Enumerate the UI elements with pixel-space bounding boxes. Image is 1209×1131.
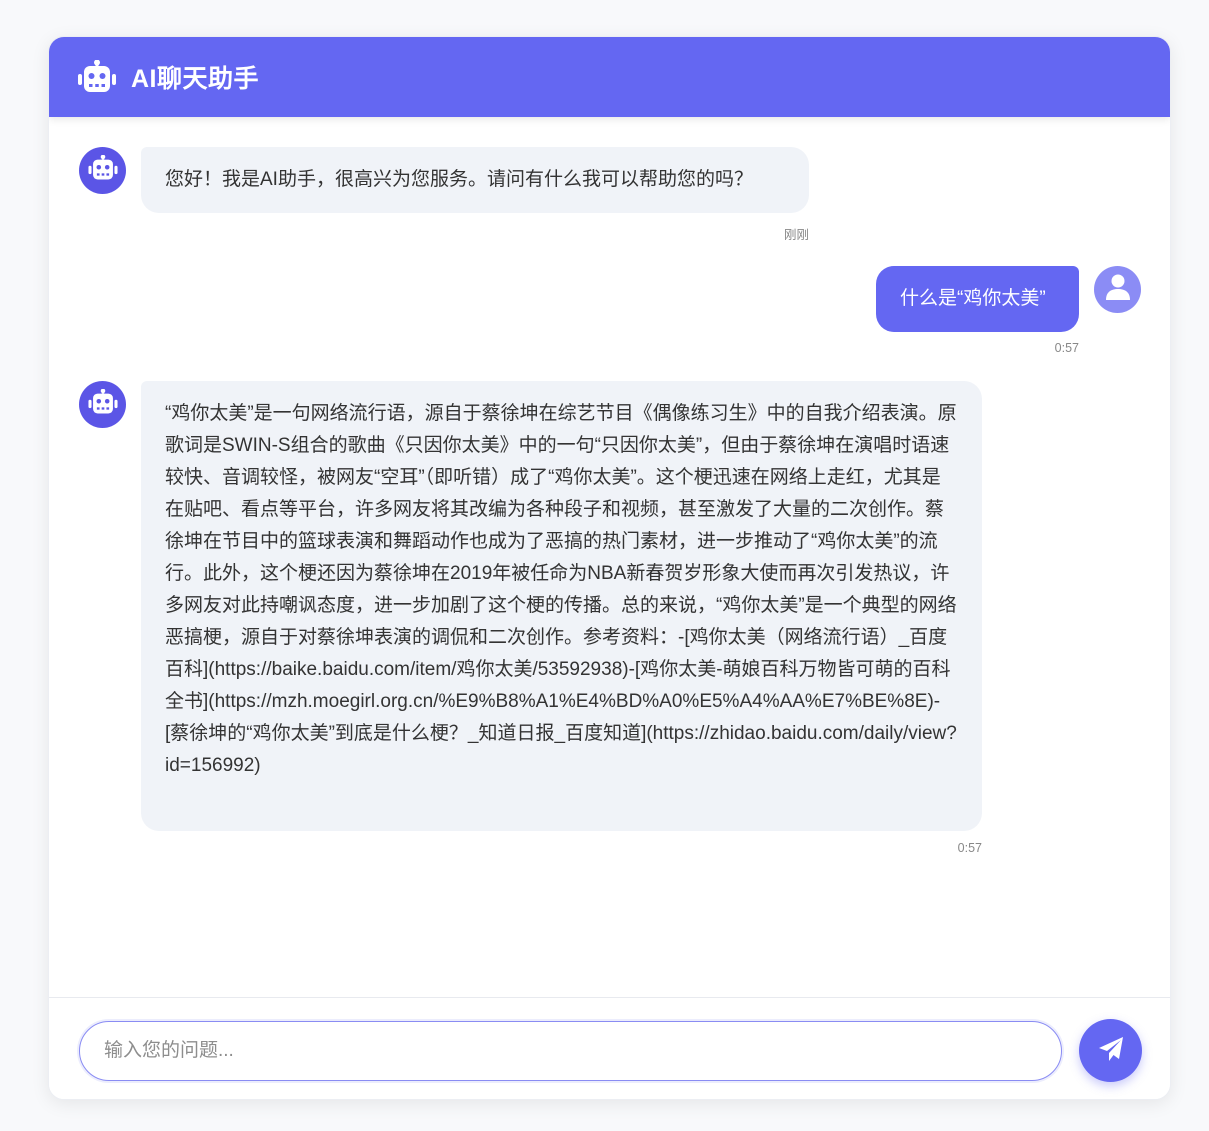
chat-header: AI聊天助手: [49, 37, 1170, 117]
message-input[interactable]: [79, 1021, 1062, 1081]
send-button[interactable]: [1079, 1019, 1142, 1082]
user-message-bubble: 什么是“鸡你太美”: [876, 266, 1079, 332]
message-timestamp: 0:57: [957, 841, 982, 855]
app-title: AI聊天助手: [131, 65, 260, 93]
user-icon: [1105, 274, 1130, 305]
bot-message-bubble: 您好！我是AI助手，很高兴为您服务。请问有什么我可以帮助您的吗？: [141, 147, 809, 213]
bot-message-bubble: “鸡你太美”是一句网络流行语，源自于蔡徐坤在综艺节目《偶像练习生》中的自我介绍表…: [141, 381, 982, 831]
robot-icon: [87, 388, 118, 420]
bot-avatar: [79, 147, 126, 194]
paper-plane-icon: [1097, 1035, 1125, 1066]
input-bar: [49, 997, 1170, 1099]
chat-window: AI聊天助手 您好！我是AI助手，很高兴为您服务。请问有什么我可以帮助您的吗？ …: [48, 36, 1171, 1100]
bot-avatar: [79, 381, 126, 428]
message-timestamp: 刚刚: [783, 228, 809, 242]
robot-icon: [87, 154, 118, 186]
robot-icon: [77, 57, 117, 97]
user-avatar: [1094, 266, 1141, 313]
message-timestamp: 0:57: [1054, 341, 1079, 355]
